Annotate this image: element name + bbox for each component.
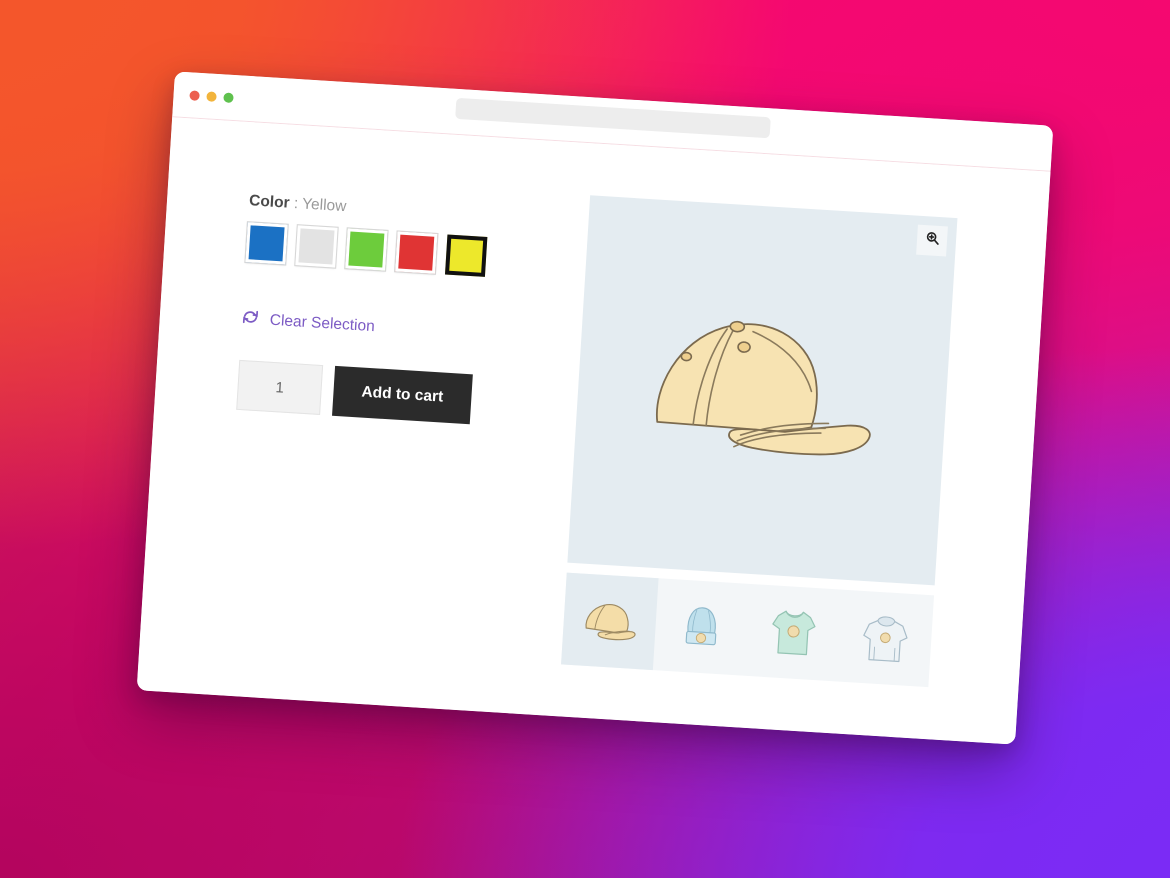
maximize-window-button[interactable] xyxy=(223,91,234,103)
traffic-lights xyxy=(189,89,234,103)
color-swatch-blue[interactable] xyxy=(244,221,289,266)
browser-window: Color : Yellow Clear Selection 1 Add to … xyxy=(136,71,1054,745)
color-swatch-green[interactable] xyxy=(344,227,389,272)
color-swatch-yellow[interactable] xyxy=(444,234,488,277)
product-options-panel: Color : Yellow Clear Selection 1 Add to … xyxy=(218,174,550,714)
color-swatch-white[interactable] xyxy=(294,224,339,269)
close-window-button[interactable] xyxy=(189,89,200,101)
color-option-key: Color xyxy=(248,192,291,212)
add-to-cart-button[interactable]: Add to cart xyxy=(332,365,473,425)
thumbnail-blue-beanie[interactable] xyxy=(653,578,751,676)
color-option-value: Yellow xyxy=(301,195,347,216)
page-content: Color : Yellow Clear Selection 1 Add to … xyxy=(136,117,1051,745)
hero-image-container xyxy=(567,195,958,586)
refresh-icon xyxy=(241,308,259,331)
thumbnail-strip xyxy=(561,572,935,688)
thumbnail-yellow-cap[interactable] xyxy=(561,572,659,671)
thumbnail-gray-hoodie[interactable] xyxy=(837,590,935,688)
clear-selection-label: Clear Selection xyxy=(269,311,376,336)
minimize-window-button[interactable] xyxy=(206,90,217,102)
thumbnail-mint-tshirt[interactable] xyxy=(745,584,843,682)
yellow-cap-illustration xyxy=(656,320,871,455)
product-gallery xyxy=(558,195,1004,742)
hero-product-image[interactable] xyxy=(567,195,957,585)
cart-controls: 1 Add to cart xyxy=(236,359,539,428)
quantity-input[interactable]: 1 xyxy=(236,359,324,415)
clear-selection-link[interactable]: Clear Selection xyxy=(241,308,542,349)
color-swatch-list xyxy=(244,221,547,280)
color-swatch-red[interactable] xyxy=(394,230,439,275)
color-option-label: Color : Yellow xyxy=(249,192,550,229)
